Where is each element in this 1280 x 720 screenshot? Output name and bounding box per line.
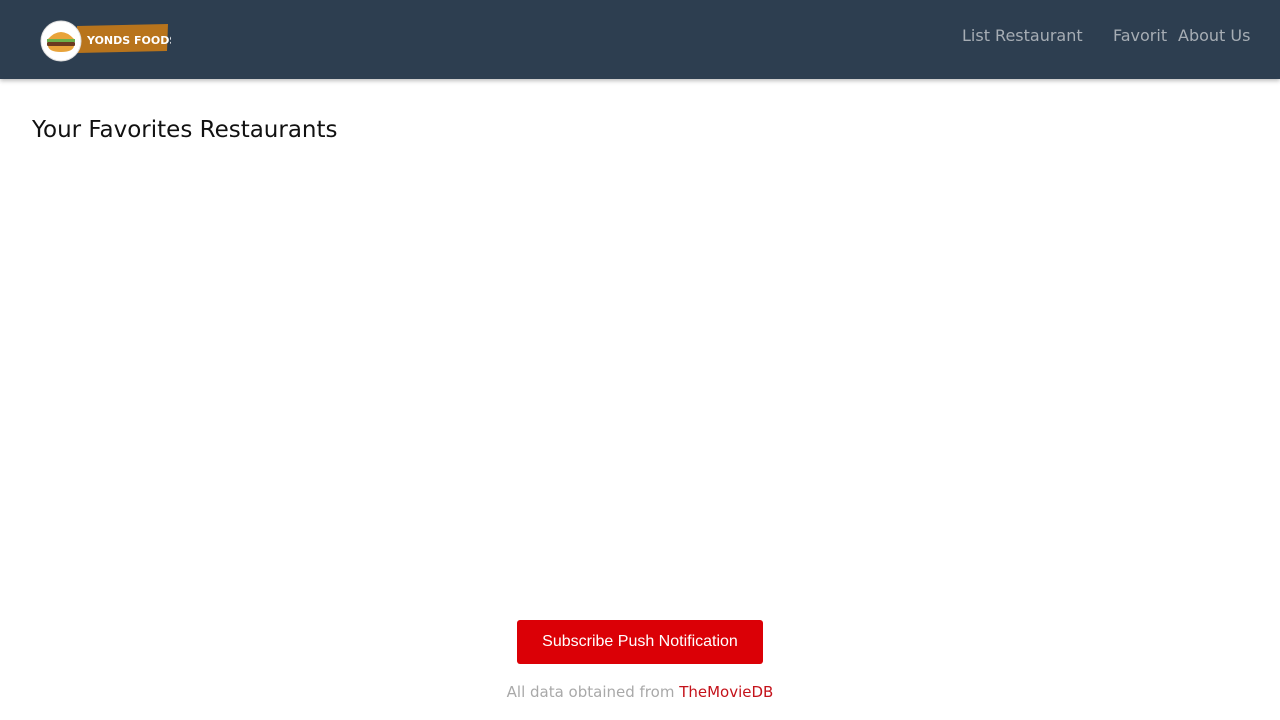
footer-text: All data obtained from [506, 683, 680, 701]
themoviedb-link[interactable]: TheMovieDB [679, 683, 773, 701]
logo-link[interactable]: YONDS FOODS [39, 19, 171, 63]
nav-favorit[interactable]: Favorit [1113, 25, 1167, 47]
logo-text: YONDS FOODS [86, 34, 171, 47]
burger-logo-icon: YONDS FOODS [40, 20, 171, 62]
page-title: Your Favorites Restaurants [32, 117, 338, 143]
footer: All data obtained from TheMovieDB [0, 681, 1280, 703]
nav-about-us[interactable]: About Us [1178, 25, 1250, 47]
subscribe-push-button[interactable]: Subscribe Push Notification [517, 620, 763, 664]
nav-list-restaurant[interactable]: List Restaurant [962, 25, 1083, 47]
navbar: YONDS FOODS List Restaurant Favorit Abou… [0, 0, 1280, 79]
